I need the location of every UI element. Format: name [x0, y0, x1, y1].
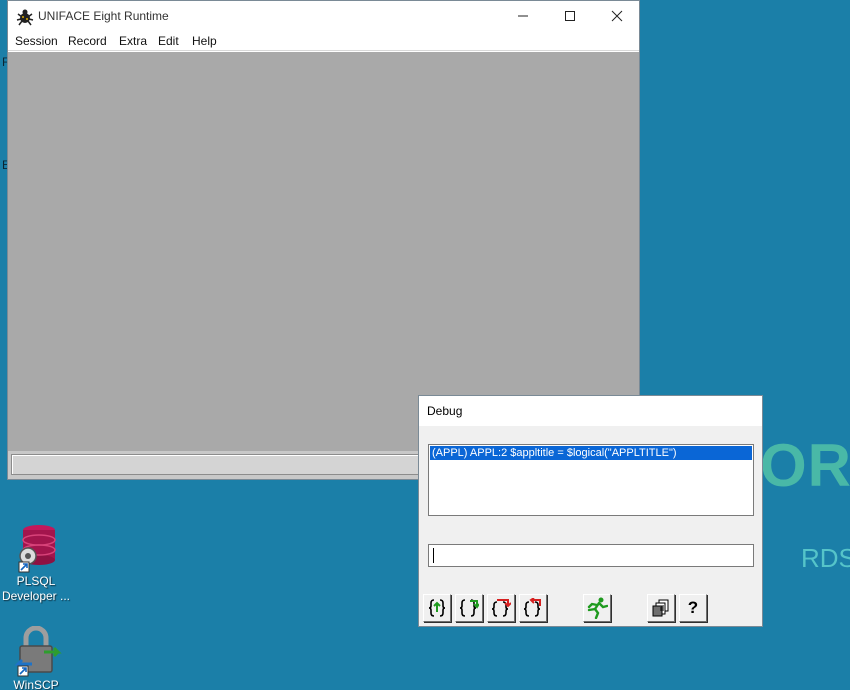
debug-title-bar[interactable]: Debug — [419, 396, 762, 426]
desktop-wallpaper-brand: ORI — [760, 432, 850, 499]
maximize-button[interactable] — [547, 1, 593, 31]
close-icon — [611, 10, 623, 22]
maximize-icon — [565, 11, 575, 21]
text-caret — [433, 548, 434, 563]
call-stack-button[interactable] — [647, 594, 675, 622]
return-button[interactable] — [519, 594, 547, 622]
menu-extra[interactable]: Extra — [119, 34, 147, 48]
menu-help[interactable]: Help — [192, 34, 217, 48]
client-area — [8, 52, 639, 451]
help-button[interactable]: ? — [679, 594, 707, 622]
desktop-icon-plsql-developer[interactable]: PLSQL Developer ... — [0, 522, 72, 604]
title-bar[interactable]: UNIFACE Eight Runtime — [8, 1, 639, 31]
return-icon — [523, 598, 541, 617]
step-over-button[interactable] — [455, 594, 483, 622]
close-button[interactable] — [594, 1, 640, 31]
desktop-icon-label: Developer ... — [1, 589, 71, 603]
winscp-icon — [14, 626, 62, 677]
menu-bar: Session Record Extra Edit Help — [8, 31, 639, 51]
step-into-icon — [428, 599, 446, 617]
desktop-wallpaper-subtext: RDS — [801, 543, 850, 573]
debug-window: Debug (APPL) APPL:2 $appltitle = $logica… — [418, 395, 763, 627]
help-icon: ? — [687, 598, 699, 617]
database-icon — [18, 525, 56, 573]
debug-statement-list[interactable]: (APPL) APPL:2 $appltitle = $logical("APP… — [428, 444, 754, 516]
menu-edit[interactable]: Edit — [158, 34, 179, 48]
debug-command-input[interactable] — [428, 544, 754, 567]
menu-session[interactable]: Session — [15, 34, 58, 48]
debug-list-item-selected[interactable]: (APPL) APPL:2 $appltitle = $logical("APP… — [430, 446, 752, 460]
debug-window-title: Debug — [427, 404, 463, 418]
menu-record[interactable]: Record — [68, 34, 107, 48]
window-title: UNIFACE Eight Runtime — [38, 9, 169, 23]
run-button[interactable] — [583, 594, 611, 622]
desktop-icon-label: WinSCP — [13, 678, 59, 690]
desktop-icon-winscp[interactable]: WinSCP — [0, 626, 72, 690]
step-over-icon — [459, 599, 479, 617]
run-icon — [587, 597, 608, 619]
step-into-button[interactable] — [423, 594, 451, 622]
step-out-icon — [491, 599, 511, 617]
minimize-button[interactable] — [500, 1, 546, 31]
stack-icon — [652, 599, 669, 617]
uniface-app-icon — [16, 9, 34, 26]
minimize-icon — [518, 15, 528, 17]
step-out-button[interactable] — [487, 594, 515, 622]
desktop-icon-label: PLSQL — [16, 574, 56, 588]
